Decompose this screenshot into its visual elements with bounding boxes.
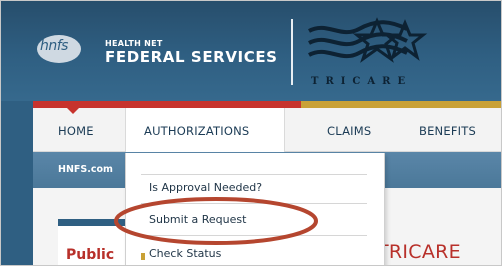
nav-home-indicator [67,108,79,114]
header-accent-bars [1,101,501,108]
nav-authorizations[interactable]: AUTHORIZATIONS [144,124,249,138]
breadcrumb[interactable]: HNFS.com [58,164,113,175]
menu-item-is-approval-needed[interactable]: Is Approval Needed? [149,181,262,194]
accent-bar-red [33,101,301,108]
page-heading: TRICARE [377,241,461,263]
browser-viewport: hnfs HEALTH NET FEDERAL SERVICES TRICARE… [0,0,502,266]
highlight-oval-annotation [114,197,318,245]
hnfs-logo-text[interactable]: hnfs [40,38,68,54]
brand-line-2: FEDERAL SERVICES [105,48,278,66]
tricare-logo-icon [308,17,428,63]
bullet-icon [141,253,145,260]
left-panel-title: Public [66,247,115,263]
nav-claims[interactable]: CLAIMS [327,124,371,138]
menu-item-check-status[interactable]: Check Status [149,247,221,260]
dropdown-separator [141,174,367,175]
brand-line-1: HEALTH NET [105,39,163,48]
tricare-logo-word: TRICARE [311,76,413,87]
nav-home[interactable]: HOME [58,124,94,138]
logo-divider [291,19,293,85]
nav-benefits[interactable]: BENEFITS [419,124,476,138]
accent-bar-gold [301,101,501,108]
